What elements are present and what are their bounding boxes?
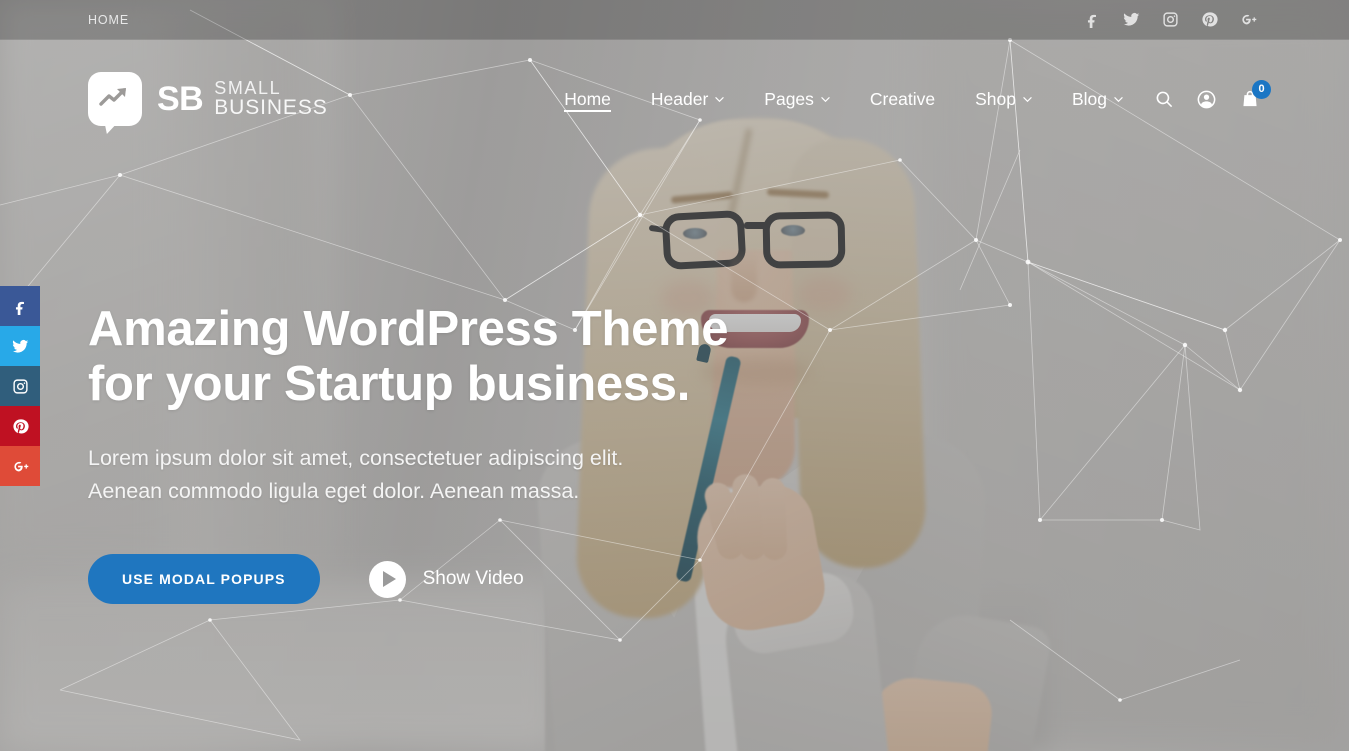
user-account-icon[interactable]	[1196, 89, 1217, 110]
hero-sub-line-2: Aenean commodo ligula eget dolor. Aenean…	[88, 479, 580, 504]
hero-heading-line-1: Amazing WordPress Theme	[88, 302, 729, 356]
hero-content: Amazing WordPress Theme for your Startup…	[88, 302, 848, 605]
site-header: SB SMALL BUSINESS Home Header Pages Crea…	[0, 40, 1349, 158]
chevron-down-icon	[715, 95, 724, 104]
nav-label: Creative	[869, 88, 936, 109]
instagram-icon	[12, 378, 28, 394]
nav-label: Pages	[764, 88, 814, 109]
twitter-icon	[12, 339, 28, 353]
play-icon	[368, 560, 406, 598]
pinterest-icon	[12, 418, 29, 434]
nav-item-creative[interactable]: Creative	[850, 64, 955, 134]
logo-word-business: BUSINESS	[214, 96, 328, 120]
nav-label: Home	[564, 88, 611, 109]
hero-sub-line-1: Lorem ipsum dolor sit amet, consectetuer…	[88, 445, 624, 470]
hero-actions: USE MODAL POPUPS Show Video	[88, 554, 848, 605]
pinterest-icon[interactable]	[1201, 11, 1218, 28]
facebook-icon[interactable]	[1084, 11, 1101, 28]
search-icon[interactable]	[1155, 90, 1174, 109]
nav-item-blog[interactable]: Blog	[1052, 64, 1143, 134]
top-bar-menu: HOME	[0, 11, 129, 29]
hero-page: HOME SB SMALL BUSINESS Home Header Pages…	[0, 0, 1349, 751]
logo-initials: SB	[157, 79, 204, 118]
twitter-icon[interactable]	[1123, 11, 1140, 28]
chevron-down-icon	[1023, 95, 1032, 104]
instagram-icon[interactable]	[1162, 11, 1179, 28]
cart-count-badge: 0	[1252, 79, 1271, 99]
chevron-down-icon	[821, 95, 830, 104]
hero-heading: Amazing WordPress Theme for your Startup…	[88, 302, 848, 412]
hero-heading-line-2: for your Startup business.	[88, 356, 691, 411]
top-bar-social-links	[1084, 11, 1349, 28]
google-plus-icon[interactable]	[1240, 11, 1257, 28]
hero-subheading: Lorem ipsum dolor sit amet, consectetuer…	[88, 442, 848, 509]
social-rail-google-plus[interactable]	[0, 446, 40, 486]
main-navigation: Home Header Pages Creative Shop Blog 0	[544, 64, 1349, 134]
social-share-rail	[0, 286, 40, 486]
facebook-icon	[15, 301, 24, 315]
nav-label: Header	[650, 88, 709, 109]
nav-item-header[interactable]: Header	[631, 64, 744, 134]
social-rail-pinterest[interactable]	[0, 406, 40, 446]
chevron-down-icon	[1114, 95, 1123, 104]
show-video-link[interactable]: Show Video	[368, 560, 524, 598]
nav-label: Blog	[1071, 88, 1107, 109]
use-modal-popups-button[interactable]: USE MODAL POPUPS	[88, 554, 320, 605]
top-bar: HOME	[0, 0, 1349, 40]
nav-item-shop[interactable]: Shop	[955, 64, 1052, 134]
header-icon-group: 0	[1155, 79, 1271, 110]
social-rail-instagram[interactable]	[0, 366, 40, 406]
google-plus-icon	[13, 461, 28, 471]
topbar-link-home[interactable]: HOME	[88, 13, 129, 27]
nav-label: Shop	[975, 88, 1016, 109]
site-logo[interactable]: SB SMALL BUSINESS	[0, 72, 328, 134]
nav-item-home[interactable]: Home	[544, 64, 631, 134]
social-rail-facebook[interactable]	[0, 286, 40, 326]
nav-item-pages[interactable]: Pages	[744, 64, 850, 134]
shopping-bag-icon[interactable]: 0	[1239, 79, 1271, 110]
logo-word-small: SMALL	[214, 78, 282, 99]
speech-bubble-growth-chart-icon	[88, 72, 142, 134]
show-video-label: Show Video	[422, 568, 524, 590]
social-rail-twitter[interactable]	[0, 326, 40, 366]
